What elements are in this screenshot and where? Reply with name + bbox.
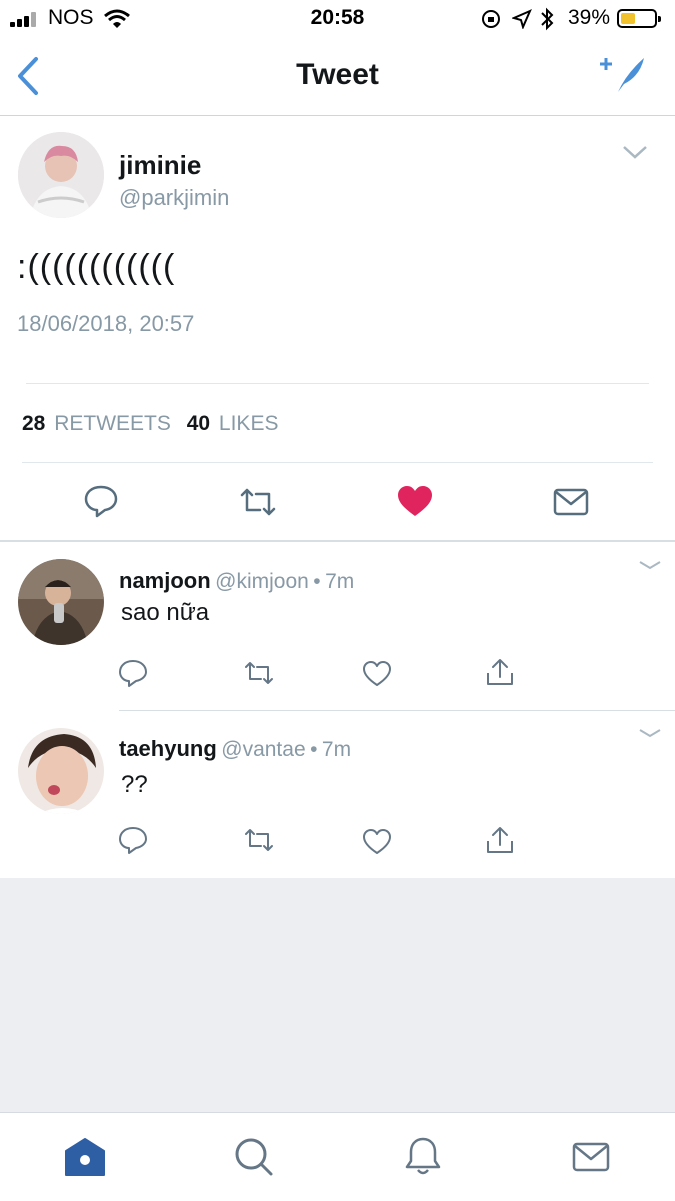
- battery-percent: 39%: [568, 6, 611, 29]
- home-icon[interactable]: [64, 1137, 106, 1177]
- reply-header: namjoon @kimjoon • 7m: [119, 568, 354, 594]
- share-icon[interactable]: [485, 825, 515, 855]
- like-heart-icon[interactable]: [362, 828, 392, 855]
- battery-icon: [617, 9, 661, 28]
- divider: [0, 540, 675, 542]
- orientation-lock-icon: [482, 10, 500, 28]
- reply-icon[interactable]: [83, 484, 119, 518]
- reply-display-name[interactable]: namjoon: [119, 568, 211, 593]
- dot-separator: •: [313, 570, 321, 593]
- divider: [119, 710, 675, 711]
- reply-handle[interactable]: @vantae: [221, 738, 305, 761]
- messages-icon[interactable]: [572, 1141, 610, 1173]
- empty-area: [0, 878, 675, 1112]
- likes-count[interactable]: 40: [187, 412, 210, 435]
- reply-icon[interactable]: [118, 826, 148, 856]
- reply-text: sao nữa: [121, 599, 210, 626]
- like-heart-icon[interactable]: [362, 660, 392, 687]
- author-handle[interactable]: @parkjimin: [119, 185, 229, 211]
- bluetooth-icon: [541, 7, 554, 31]
- reply-options-chevron-icon[interactable]: [638, 560, 662, 570]
- retweets-count[interactable]: 28: [22, 412, 45, 435]
- share-icon[interactable]: [485, 657, 515, 687]
- retweet-icon[interactable]: [243, 827, 275, 853]
- direct-message-icon[interactable]: [553, 487, 589, 517]
- reply-avatar[interactable]: [18, 728, 104, 814]
- tweet-timestamp: 18/06/2018, 20:57: [17, 311, 195, 336]
- reply-header: taehyung @vantae • 7m: [119, 736, 351, 762]
- notifications-icon[interactable]: [404, 1135, 442, 1177]
- tweet-options-chevron-icon[interactable]: [622, 144, 648, 160]
- search-icon[interactable]: [234, 1137, 274, 1177]
- reply-display-name[interactable]: taehyung: [119, 736, 217, 761]
- tab-bar: [0, 1112, 675, 1201]
- reply-handle[interactable]: @kimjoon: [215, 570, 309, 593]
- engagement-stats: 28 RETWEETS 40 LIKES: [22, 412, 278, 436]
- likes-label[interactable]: LIKES: [219, 412, 279, 435]
- author-display-name[interactable]: jiminie: [119, 150, 201, 181]
- reply-time[interactable]: 7m: [322, 738, 351, 761]
- reply-options-chevron-icon[interactable]: [638, 728, 662, 738]
- divider: [22, 462, 653, 463]
- reply-text: ??: [121, 771, 148, 798]
- reply-time[interactable]: 7m: [325, 570, 354, 593]
- location-icon: [512, 9, 532, 29]
- retweet-icon[interactable]: [243, 660, 275, 686]
- status-bar: NOS 20:58 39%: [0, 0, 675, 38]
- like-heart-filled-icon[interactable]: [396, 484, 434, 518]
- retweet-icon[interactable]: [238, 486, 278, 518]
- nav-bar: Tweet: [0, 38, 675, 116]
- reply-avatar[interactable]: [18, 559, 104, 645]
- tweet-text: :((((((((((((: [17, 248, 176, 286]
- dot-separator: •: [310, 738, 318, 761]
- reply-icon[interactable]: [118, 659, 148, 689]
- compose-feather-icon[interactable]: [600, 54, 648, 94]
- page-title: Tweet: [296, 58, 379, 91]
- divider: [26, 383, 649, 384]
- retweets-label[interactable]: RETWEETS: [54, 412, 171, 435]
- author-avatar[interactable]: [18, 132, 104, 218]
